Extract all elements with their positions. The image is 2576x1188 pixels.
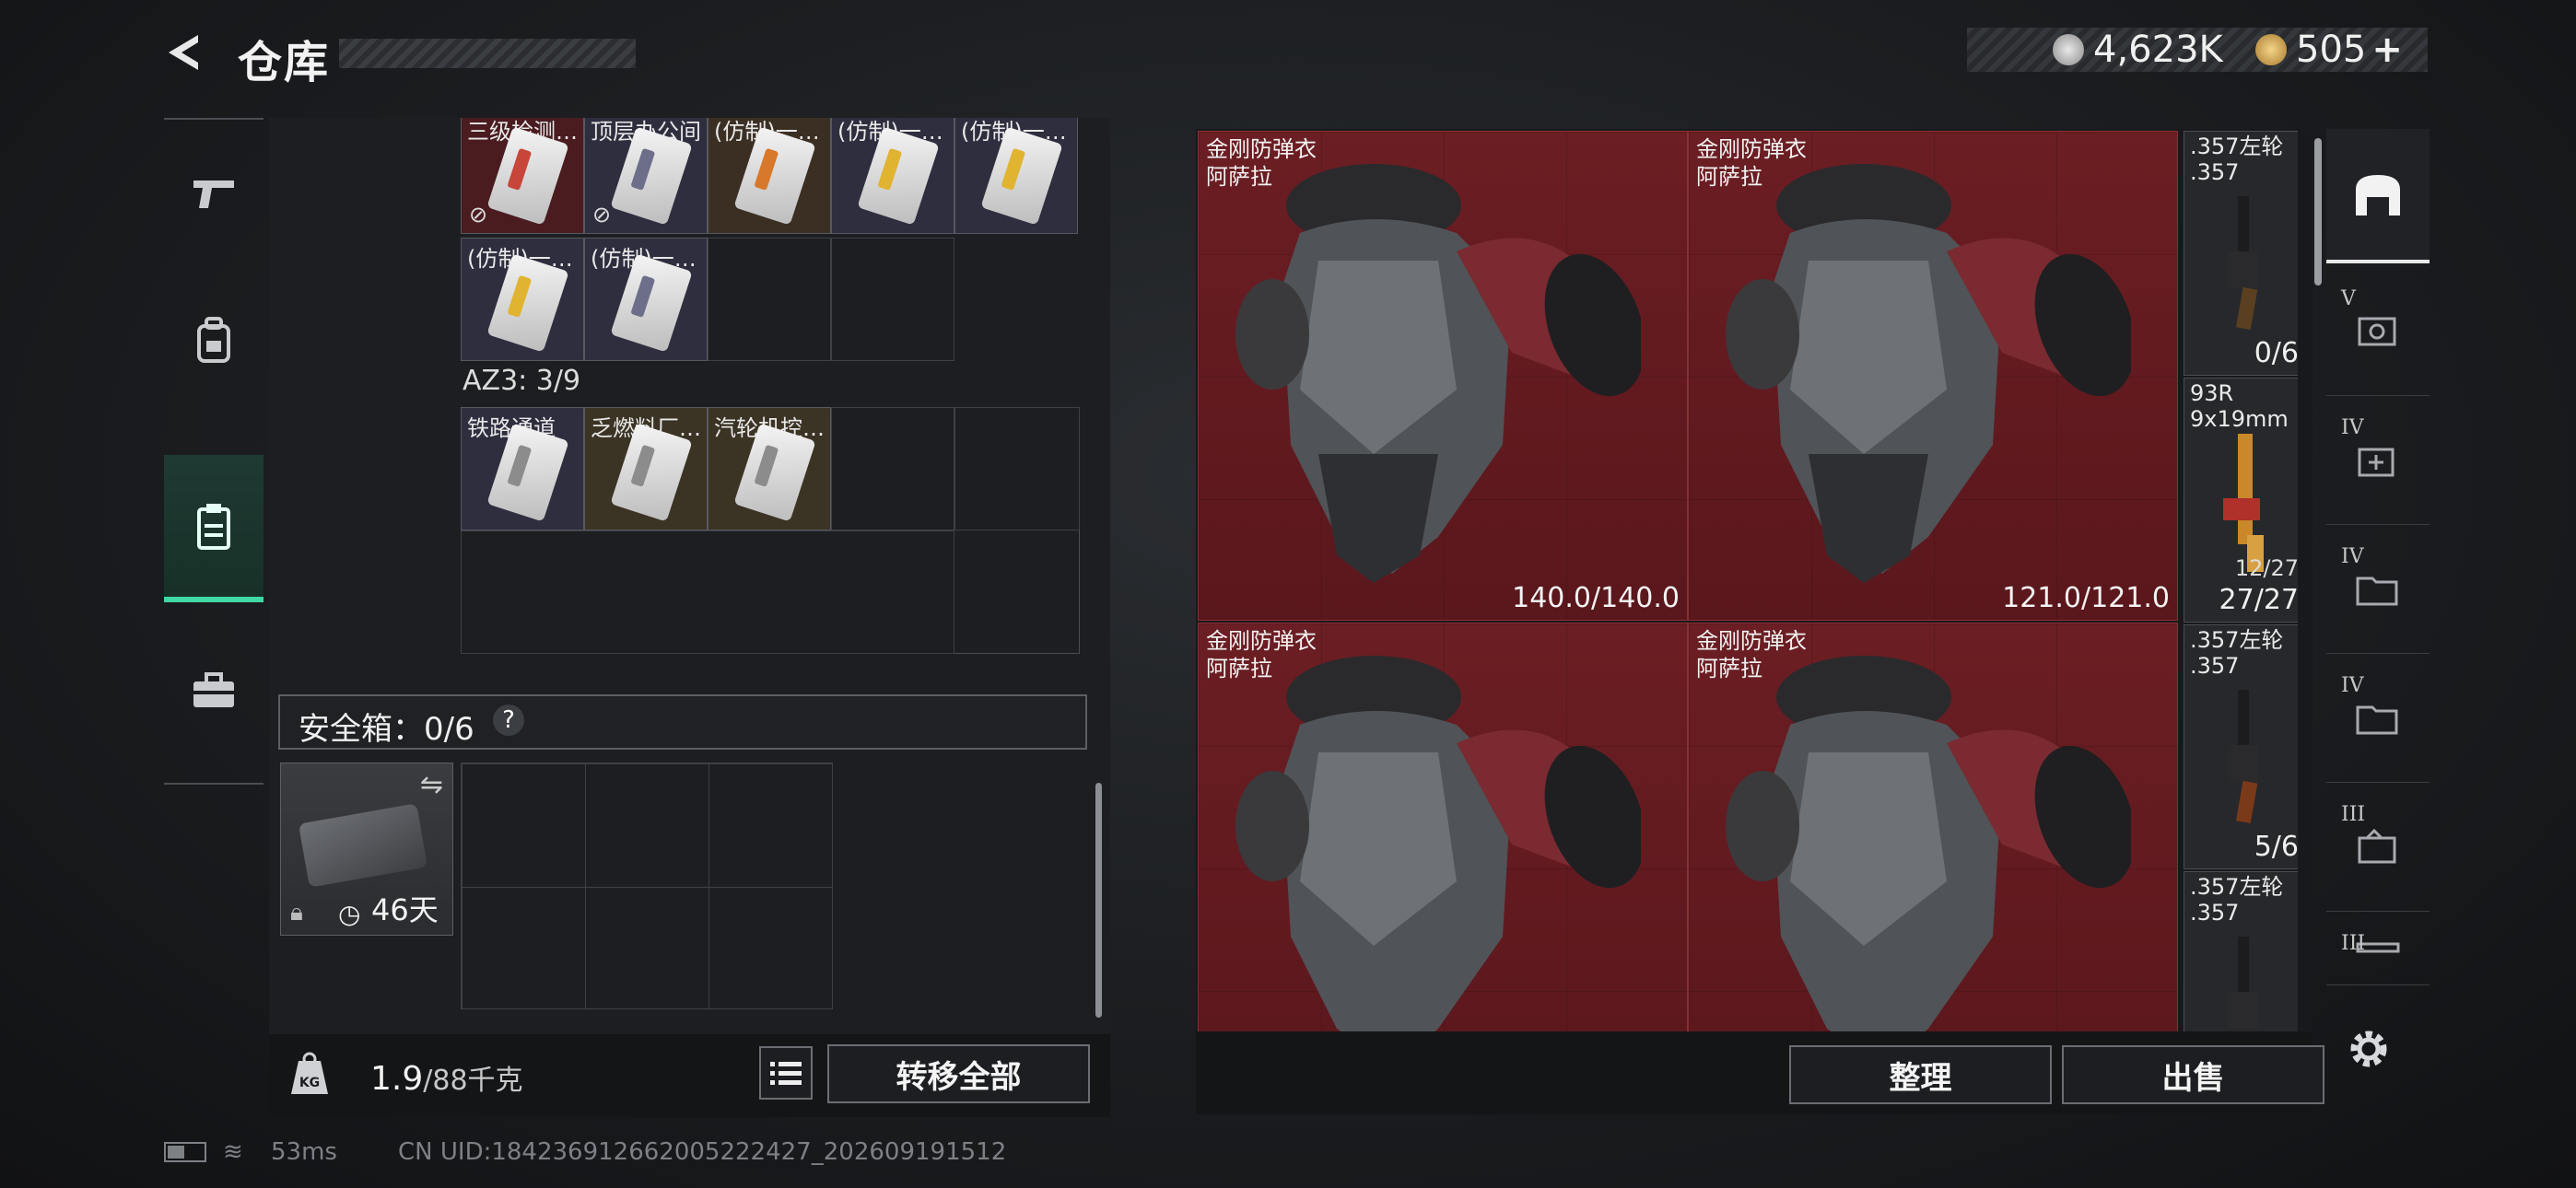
armor-item[interactable]: 金刚防弹衣 阿萨拉 <box>1688 623 2178 1031</box>
armor-item[interactable]: 金刚防弹衣 阿萨拉 140.0/140.0 <box>1198 131 1688 621</box>
storage-house-icon <box>2356 175 2400 215</box>
page-title: 仓库 <box>238 37 331 88</box>
key-card-item[interactable]: 铁路通道 <box>461 407 584 530</box>
key-card-item[interactable]: 汽轮机控… <box>708 407 831 530</box>
body-armor-icon <box>1726 656 2131 1031</box>
empty-slot[interactable] <box>461 530 954 654</box>
transfer-all-button[interactable]: 转移全部 <box>827 1044 1090 1103</box>
key-card-item[interactable]: 顶层办公间 ⊘ <box>584 118 708 234</box>
backpack-icon <box>197 317 230 363</box>
tab-tier-iii-case[interactable]: III <box>2326 783 2430 912</box>
safe-box-days: 46天 <box>371 892 439 927</box>
svg-text:KG: KG <box>299 1076 320 1090</box>
tab-tier-iii-weapon[interactable]: III <box>2326 912 2430 985</box>
wifi-icon: ≋ <box>223 1138 243 1166</box>
folder-icon <box>2356 705 2398 734</box>
storage-scrollbar[interactable] <box>2314 138 2322 285</box>
settings-gear-icon[interactable] <box>2344 1024 2394 1074</box>
weapon-item[interactable]: 93R 9x19mm 12/27 27/27 <box>2184 378 2298 623</box>
back-arrow-icon[interactable] <box>161 29 207 76</box>
safe-box-grid[interactable] <box>461 763 833 1009</box>
gold-currency[interactable]: 505 + <box>2255 28 2403 72</box>
tab-all-storage[interactable] <box>2326 129 2430 263</box>
nav-storage[interactable] <box>164 455 263 602</box>
key-card-item[interactable]: (仿制)一… <box>954 118 1078 234</box>
tab-tier-iv-medical[interactable]: IV <box>2326 396 2430 525</box>
tab-tier-v[interactable]: V <box>2326 267 2430 396</box>
ammo-count: 12/27 <box>2234 555 2298 581</box>
clock-icon: ◷ <box>338 899 361 929</box>
key-card-item[interactable]: (仿制)一… <box>708 118 831 234</box>
storage-tabs: V IV IV IV III III <box>2326 129 2430 985</box>
silver-currency: 4,623K <box>2053 28 2223 72</box>
keycard-slot-icon <box>2358 317 2396 345</box>
safe-box-label: 安全箱：0/6 <box>299 711 474 748</box>
help-icon[interactable]: ? <box>493 705 524 736</box>
add-gold-icon[interactable]: + <box>2371 29 2403 71</box>
durability-value: 140.0/140.0 <box>1512 582 1680 614</box>
az3-label: AZ3: 3/9 <box>463 365 581 397</box>
uid-text: CN UID:18423691266200522​2427_2026091915… <box>398 1138 1007 1166</box>
nav-weapons[interactable] <box>164 120 263 267</box>
revolver-icon <box>2229 196 2258 331</box>
armor-item[interactable]: 金刚防弹衣 阿萨拉 <box>1198 623 1688 1031</box>
empty-slot[interactable] <box>954 407 1080 530</box>
no-insure-icon: ⊘ <box>469 202 488 227</box>
tab-tier-iv-folder-2[interactable]: IV <box>2326 654 2430 783</box>
weapon-item[interactable]: .357左轮 .357 <box>2184 871 2298 1031</box>
case-icon <box>2358 828 2396 863</box>
clipboard-icon <box>197 504 230 550</box>
list-icon <box>770 1062 802 1085</box>
nav-equipment[interactable] <box>164 267 263 414</box>
revolver-icon <box>2229 690 2258 824</box>
storage-grid: 金刚防弹衣 阿萨拉 140.0/140.0 金刚防弹衣 阿萨拉 121.0/121.… <box>1196 129 2298 1031</box>
key-card-item[interactable]: (仿制)一… <box>461 238 584 361</box>
no-insure-icon: ⊘ <box>592 202 612 227</box>
key-card-row-1: 三级检测… ⊘ 顶层办公间 ⊘ (仿制)一… (仿制)一… (仿制)一… <box>461 118 1080 239</box>
body-armor-icon <box>1726 164 2131 583</box>
key-card-item[interactable]: (仿制)一… <box>584 238 708 361</box>
armor-item[interactable]: 金刚防弹衣 阿萨拉 121.0/121.0 <box>1688 131 2178 621</box>
pistol-icon <box>193 181 234 208</box>
gold-coin-icon <box>2255 34 2287 65</box>
category-nav <box>164 118 263 785</box>
weight-icon: KG <box>287 1052 332 1098</box>
key-card-item[interactable]: (仿制)一… <box>831 118 954 234</box>
empty-slot[interactable] <box>831 238 954 361</box>
tab-tier-iv-folder[interactable]: IV <box>2326 525 2430 654</box>
latency-text: 53ms <box>271 1138 337 1166</box>
battery-icon <box>164 1142 206 1162</box>
safe-box-slot[interactable]: ⇋ 🔒︎ ◷ 46天 <box>280 763 453 936</box>
empty-slot[interactable] <box>708 238 831 361</box>
weapon-item[interactable]: .357左轮 .357 5/6 <box>2184 624 2298 869</box>
sell-button[interactable]: 出售 <box>2062 1045 2324 1104</box>
body-armor-icon <box>1235 164 1641 583</box>
title-stripe <box>339 39 636 68</box>
folder-icon <box>2356 577 2398 605</box>
sort-button[interactable]: 整理 <box>1789 1045 2052 1104</box>
revolver-icon <box>2229 937 2258 1029</box>
key-card-item[interactable]: 乏燃料厂… <box>584 407 708 530</box>
lock-icon: 🔒︎ <box>290 899 303 926</box>
medkit-icon <box>2358 448 2395 476</box>
body-armor-icon <box>1235 656 1641 1031</box>
nav-supplies[interactable] <box>164 617 263 764</box>
weight-readout: 1.9/88千克 <box>370 1060 523 1098</box>
empty-slot[interactable] <box>831 407 954 530</box>
durability-value: 121.0/121.0 <box>2002 582 2170 614</box>
swap-icon[interactable]: ⇋ <box>420 769 443 801</box>
weapon-item[interactable]: .357左轮 .357 0/6 <box>2184 131 2298 376</box>
key-card-item[interactable]: 三级检测… ⊘ <box>461 118 584 234</box>
toolbox-icon <box>193 672 234 707</box>
silver-coin-icon <box>2053 34 2084 65</box>
inventory-scrollbar[interactable] <box>1095 783 1102 1018</box>
safe-box-case-icon <box>298 803 428 888</box>
list-view-button[interactable] <box>759 1046 813 1100</box>
